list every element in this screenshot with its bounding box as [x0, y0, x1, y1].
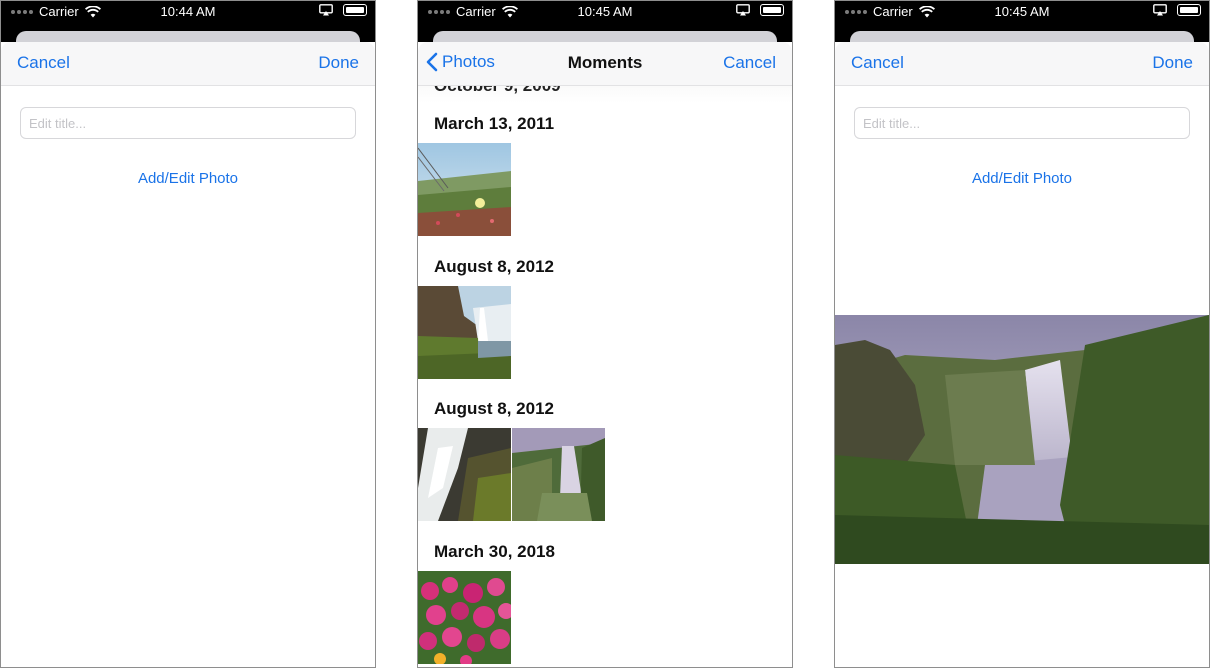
selected-photo — [835, 315, 1209, 564]
status-right — [736, 4, 784, 16]
screen-mirroring-icon — [736, 4, 750, 16]
phone-screen-3: Carrier 10:45 AM Cancel Done Add/Edit Ph… — [834, 0, 1210, 668]
photo-thumbnail-pink-flowers[interactable] — [418, 571, 511, 664]
status-right — [1153, 4, 1201, 16]
screen-mirroring-icon — [1153, 4, 1167, 16]
navigation-bar: Photos Moments Cancel — [418, 42, 792, 86]
cancel-button[interactable]: Cancel — [17, 53, 70, 73]
photo-thumbnail-waterfall-cliff[interactable] — [418, 286, 511, 379]
add-edit-photo-button[interactable]: Add/Edit Photo — [835, 170, 1209, 187]
cutoff-header-text: October 9, 2009 — [434, 86, 561, 96]
title-input[interactable] — [20, 107, 356, 139]
navigation-bar: Cancel Done — [1, 42, 375, 86]
moment-header: March 30, 2018 — [434, 542, 555, 561]
phone-screen-1: Carrier 10:44 AM Cancel Done Add/Edit Ph… — [0, 0, 376, 668]
navigation-bar: Cancel Done — [835, 42, 1209, 86]
photo-thumbnail-meadow-flowers[interactable] — [418, 143, 511, 236]
meadow-flowers-image — [418, 143, 511, 236]
waterfall-mist-image — [512, 428, 605, 521]
moment-header: August 8, 2012 — [434, 257, 554, 276]
done-button[interactable]: Done — [1152, 53, 1193, 73]
moment-header: August 8, 2012 — [434, 399, 554, 418]
photo-thumbnail-waterfall-mist[interactable] — [512, 428, 605, 521]
cancel-button[interactable]: Cancel — [851, 53, 904, 73]
screen-mirroring-icon — [319, 4, 333, 16]
waterfall-cliff-image — [418, 286, 511, 379]
battery-icon — [760, 4, 784, 16]
cutoff-section-header: October 9, 2009 — [418, 86, 792, 103]
photo-thumbnail-rushing-water[interactable] — [418, 428, 511, 521]
moment-header: March 13, 2011 — [434, 114, 555, 133]
rushing-water-image — [418, 428, 511, 521]
done-button[interactable]: Done — [318, 53, 359, 73]
status-right — [319, 4, 367, 16]
add-edit-photo-button[interactable]: Add/Edit Photo — [1, 170, 375, 187]
phone-screen-2: Carrier 10:45 AM Photos Moments Cancel O… — [417, 0, 793, 668]
battery-icon — [1177, 4, 1201, 16]
waterfall-mist-image — [835, 315, 1209, 564]
pink-flowers-image — [418, 571, 511, 664]
title-input[interactable] — [854, 107, 1190, 139]
battery-icon — [343, 4, 367, 16]
cancel-button[interactable]: Cancel — [723, 53, 776, 73]
